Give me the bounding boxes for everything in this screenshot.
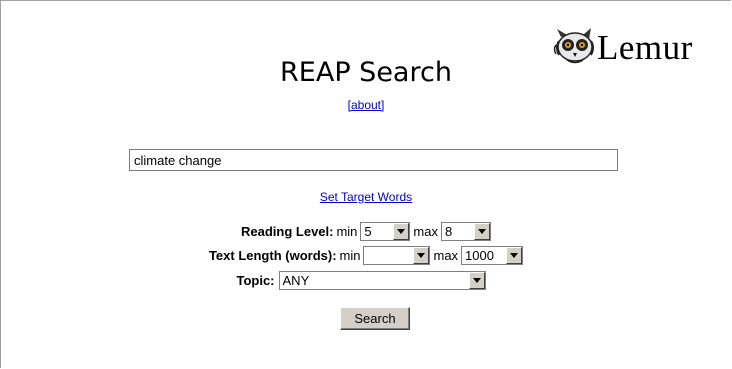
search-button[interactable]: Search — [340, 307, 410, 330]
topic-select[interactable]: ANY — [278, 270, 486, 290]
reading-level-max-select[interactable]: 8 — [440, 221, 491, 241]
text-length-label: Text Length (words): — [208, 247, 337, 263]
chevron-down-icon[interactable] — [468, 271, 485, 289]
topic-value: ANY — [282, 272, 310, 288]
topic-row: Topic: ANY — [0, 270, 727, 290]
text-length-min-label: min — [339, 247, 361, 263]
text-length-min-select[interactable] — [363, 245, 431, 265]
text-length-max-label: max — [433, 247, 459, 263]
reading-level-label: Reading Level: — [241, 223, 334, 239]
chevron-down-icon[interactable] — [473, 222, 490, 240]
reading-level-min-value: 5 — [364, 223, 372, 239]
page-title: REAP Search — [280, 57, 452, 88]
set-target-words-link[interactable]: Set Target Words — [320, 190, 412, 204]
text-length-row: Text Length (words): min max 1000 — [0, 245, 732, 265]
topic-label: Topic: — [236, 272, 275, 288]
reading-level-row: Reading Level: min 5 max 8 — [0, 221, 732, 241]
text-length-max-value: 1000 — [465, 247, 494, 263]
chevron-down-icon[interactable] — [413, 246, 430, 264]
chevron-down-icon[interactable] — [506, 246, 523, 264]
about-link[interactable]: [about] — [348, 98, 385, 112]
reading-level-min-label: min — [336, 223, 358, 239]
text-length-max-select[interactable]: 1000 — [461, 245, 524, 265]
reading-level-max-label: max — [413, 223, 438, 239]
reading-level-min-select[interactable]: 5 — [360, 221, 411, 241]
search-input[interactable] — [129, 149, 618, 171]
chevron-down-icon[interactable] — [393, 222, 410, 240]
reading-level-max-value: 8 — [444, 223, 453, 239]
